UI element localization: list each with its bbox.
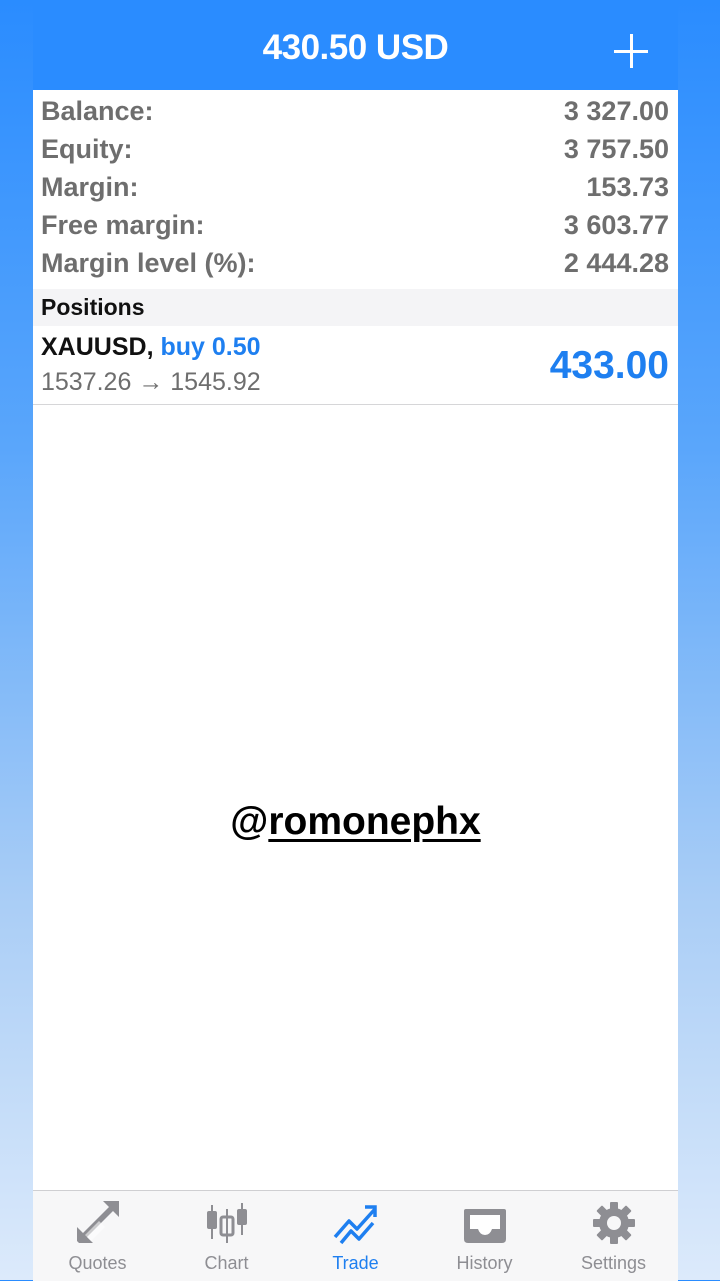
tab-settings-label: Settings [580, 1253, 647, 1273]
tab-quotes[interactable]: Quotes [33, 1191, 162, 1281]
balance-row: Balance: 3 327.00 [33, 92, 678, 130]
watermark-username: romonephx [268, 800, 481, 843]
equity-row: Equity: 3 757.50 [33, 130, 678, 168]
margin-value: 153.73 [586, 172, 669, 202]
position-row-xauusd[interactable]: XAUUSD, buy 0.50 1537.26 → 1545.92 433.0… [33, 326, 678, 405]
plus-icon[interactable] [614, 34, 650, 70]
position-symbol: XAUUSD, [41, 333, 154, 361]
tab-chart[interactable]: Chart [162, 1191, 291, 1281]
position-profit: 433.00 [549, 344, 669, 387]
balance-value: 3 327.00 [563, 96, 669, 126]
trade-screen: 430.50 USD Balance: 3 327.00 Equity: 3 7… [33, 0, 678, 1281]
account-summary: Balance: 3 327.00 Equity: 3 757.50 Margi… [33, 92, 678, 282]
tab-history-label: History [456, 1253, 513, 1273]
tab-chart-label: Chart [204, 1253, 249, 1273]
gear-icon [593, 1202, 635, 1244]
margin-level-row: Margin level (%): 2 444.28 [33, 244, 678, 282]
candlestick-chart-icon [207, 1203, 247, 1243]
position-side: buy 0.50 [160, 333, 261, 361]
equity-value: 3 757.50 [563, 134, 669, 164]
position-prices: 1537.26 → 1545.92 [41, 368, 261, 396]
positions-heading: Positions [41, 294, 145, 320]
free-margin-row: Free margin: 3 603.77 [33, 206, 678, 244]
margin-label: Margin: [41, 172, 139, 202]
watermark-handle: @romonephx [33, 800, 678, 844]
tab-trade-label: Trade [332, 1253, 379, 1273]
inbox-tray-icon [464, 1209, 506, 1243]
header-bar: 430.50 USD [33, 0, 678, 90]
tab-history[interactable]: History [420, 1191, 549, 1281]
margin-level-label: Margin level (%): [41, 248, 256, 278]
tab-trade[interactable]: Trade [291, 1191, 420, 1281]
equity-label: Equity: [41, 134, 133, 164]
watermark-at: @ [230, 800, 269, 843]
positions-section-header: Positions [33, 289, 678, 326]
tab-settings[interactable]: Settings [549, 1191, 678, 1281]
margin-level-value: 2 444.28 [563, 248, 669, 278]
margin-row: Margin: 153.73 [33, 168, 678, 206]
bottom-tab-bar: Quotes Chart Trade History Settings [33, 1190, 678, 1281]
account-profit-title: 430.50 USD [262, 28, 449, 67]
position-title: XAUUSD, buy 0.50 [41, 333, 261, 362]
free-margin-value: 3 603.77 [563, 210, 669, 240]
trade-trend-icon [333, 1205, 377, 1245]
quotes-icon [77, 1201, 119, 1243]
tab-quotes-label: Quotes [68, 1253, 127, 1273]
free-margin-label: Free margin: [41, 210, 205, 240]
balance-label: Balance: [41, 96, 154, 126]
